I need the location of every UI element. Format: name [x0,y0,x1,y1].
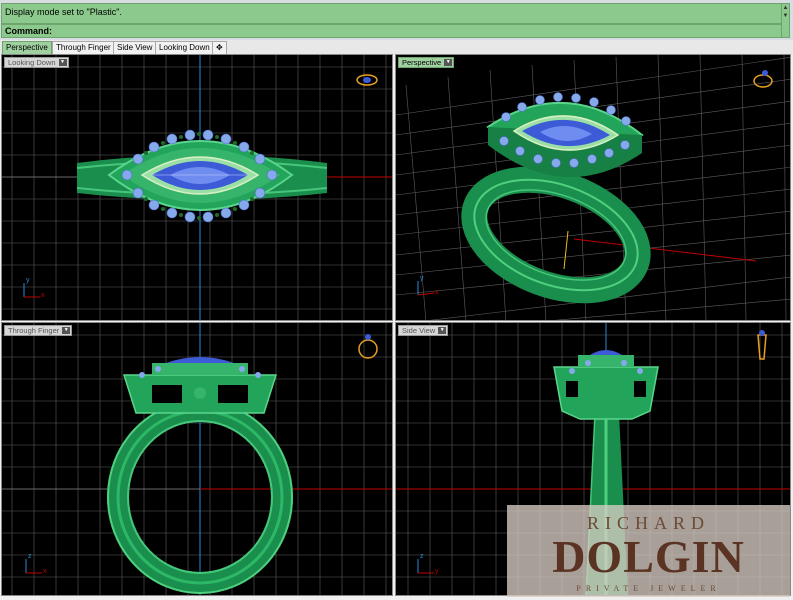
tab-looking-down[interactable]: Looking Down [155,41,214,54]
chevron-down-icon[interactable]: ▼ [438,327,447,334]
chevron-down-icon[interactable]: ▼ [62,327,71,334]
watermark-logo: RICHARD DOLGIN PRIVATE JEWELER [507,505,790,597]
axis-y-label: y [435,568,439,575]
axis-x-label: x [435,289,439,296]
command-area: Display mode set to "Plastic". Command: … [0,0,793,40]
tab-side-view[interactable]: Side View [113,41,157,54]
watermark-line2: DOLGIN [552,531,745,582]
viewport-label-through-finger[interactable]: Through Finger ▼ [4,325,73,336]
axis-x-label: x [41,292,45,299]
viewport-tab-bar: Perspective Through Finger Side View Loo… [0,40,793,54]
command-history-scrollbar[interactable]: ▲ ▼ [781,3,790,38]
viewport-perspective[interactable]: Perspective ▼ y x [395,54,791,321]
tab-perspective[interactable]: Perspective [2,41,52,54]
axis-y-label: y [420,275,424,282]
axis-z-label: z [420,553,424,560]
viewport-label-looking-down[interactable]: Looking Down ▼ [4,57,69,68]
tab-through-finger[interactable]: Through Finger [52,41,115,54]
viewport-label-perspective[interactable]: Perspective ▼ [398,57,455,68]
axis-y-label: y [26,277,30,284]
add-tab-button[interactable]: ✥ [212,41,227,54]
chevron-down-icon[interactable]: ▼ [58,59,67,66]
axis-x-label: x [43,568,47,575]
command-prompt[interactable]: Command: [1,24,782,38]
viewport-through-finger[interactable]: Through Finger ▼ z x [1,322,393,596]
axis-z-label: z [28,553,32,560]
watermark-line3: PRIVATE JEWELER [576,584,721,593]
chevron-down-icon[interactable]: ▼ [444,59,453,66]
viewport-looking-down[interactable]: Looking Down ▼ y x [1,54,393,321]
command-history: Display mode set to "Plastic". [1,3,782,24]
viewport-label-side-view[interactable]: Side View ▼ [398,325,449,336]
